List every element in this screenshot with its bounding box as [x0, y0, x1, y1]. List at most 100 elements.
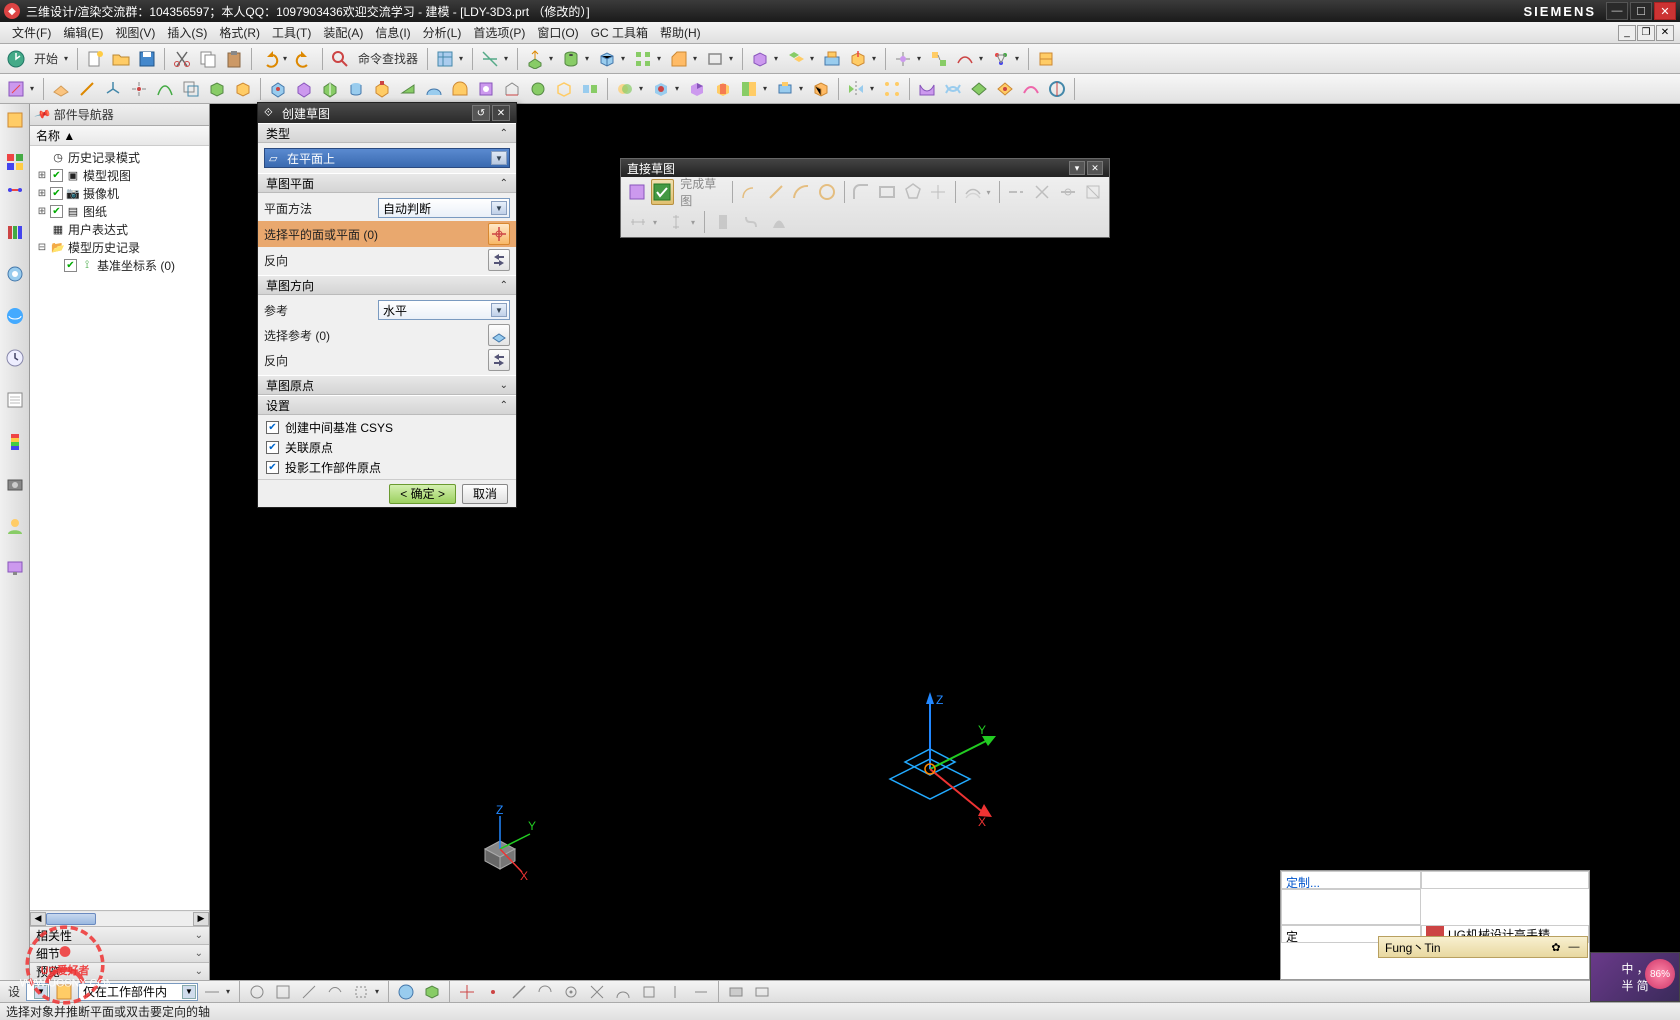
save-icon[interactable]	[135, 47, 159, 71]
close-button[interactable]: ✕	[1654, 2, 1676, 20]
ok-button[interactable]: < 确定 >	[389, 484, 456, 504]
point-icon[interactable]	[127, 77, 151, 101]
chk-assoc-origin[interactable]: ✔关联原点	[264, 437, 510, 457]
lt-history-icon[interactable]	[3, 262, 27, 286]
finish-sketch-icon[interactable]	[651, 179, 675, 205]
bt-icon-u[interactable]	[750, 980, 774, 1004]
circle-icon[interactable]	[815, 179, 839, 205]
array-icon[interactable]	[880, 77, 904, 101]
nav-horizontal-scrollbar[interactable]: ◀▶	[30, 910, 209, 926]
bool-f-icon[interactable]	[773, 77, 797, 101]
menu-assembly[interactable]: 装配(A)	[317, 22, 369, 43]
bt-icon-n[interactable]	[559, 980, 583, 1004]
pin-icon[interactable]: 📌	[34, 105, 52, 123]
trim-d-icon[interactable]	[1081, 179, 1105, 205]
feat-e-icon[interactable]	[370, 77, 394, 101]
tool-a-icon[interactable]	[478, 47, 502, 71]
sketch-in-task-icon[interactable]	[625, 179, 649, 205]
tree-item-expressions[interactable]: ▦用户表达式	[30, 220, 209, 238]
menu-window[interactable]: 窗口(O)	[531, 22, 584, 43]
surf-c-icon[interactable]	[967, 77, 991, 101]
offset-curve-icon[interactable]	[961, 179, 985, 205]
offset-icon[interactable]	[179, 77, 203, 101]
datum-axis-icon[interactable]	[75, 77, 99, 101]
bool-e-icon[interactable]	[737, 77, 761, 101]
bt-icon-s[interactable]	[689, 980, 713, 1004]
maximize-button[interactable]: ☐	[1630, 2, 1652, 20]
cmdfinder-icon[interactable]	[328, 47, 352, 71]
collapse-details[interactable]: 细节⌄	[30, 944, 209, 962]
lt-user-icon[interactable]	[3, 514, 27, 538]
tree-item-history-mode[interactable]: ◷历史记录模式	[30, 148, 209, 166]
feat-l-icon[interactable]	[552, 77, 576, 101]
cut-icon[interactable]	[170, 47, 194, 71]
trim-a-icon[interactable]	[1005, 179, 1029, 205]
bottom-sel-a[interactable]: ▼	[26, 983, 50, 1001]
type-select[interactable]: ▱ 在平面上 ▼	[264, 148, 510, 168]
bt-icon-b[interactable]	[200, 980, 224, 1004]
menu-file[interactable]: 文件(F)	[6, 22, 57, 43]
tool-e-icon[interactable]	[891, 47, 915, 71]
section-sketch-plane[interactable]: 草图平面⌃	[258, 173, 516, 193]
feat-f-icon[interactable]	[396, 77, 420, 101]
start-button[interactable]	[4, 47, 28, 71]
collapse-preview[interactable]: 预览⌄	[30, 962, 209, 980]
surf-f-icon[interactable]	[1045, 77, 1069, 101]
constraint-a-icon[interactable]	[710, 209, 736, 235]
float-close-button[interactable]: ✕	[1087, 161, 1103, 175]
trim-c-icon[interactable]	[1056, 179, 1080, 205]
select-face-button[interactable]	[488, 223, 510, 245]
asm-a-icon[interactable]	[748, 47, 772, 71]
copy-icon[interactable]	[196, 47, 220, 71]
tree-item-model-views[interactable]: ⊞✔▣模型视图	[30, 166, 209, 184]
open-icon[interactable]	[109, 47, 133, 71]
profile-icon[interactable]	[738, 179, 762, 205]
lt-library-icon[interactable]	[3, 220, 27, 244]
hole-icon[interactable]	[559, 47, 583, 71]
tree-item-cameras[interactable]: ⊞✔📷摄像机	[30, 184, 209, 202]
music-min-icon[interactable]: —	[1567, 940, 1581, 954]
point-icon-2[interactable]	[926, 179, 950, 205]
bool-a-icon[interactable]	[613, 77, 637, 101]
arc-icon[interactable]	[790, 179, 814, 205]
mdi-restore[interactable]: ❐	[1637, 25, 1655, 41]
redo-icon[interactable]	[293, 47, 317, 71]
menu-insert[interactable]: 插入(S)	[161, 22, 213, 43]
mirror-icon[interactable]	[844, 77, 868, 101]
plane-method-select[interactable]: 自动判断▼	[378, 198, 510, 218]
cube-icon[interactable]	[595, 47, 619, 71]
asm-c-icon[interactable]	[820, 47, 844, 71]
feat-d-icon[interactable]	[344, 77, 368, 101]
dialog-title-bar[interactable]: ⟐ 创建草图 ↺ ✕	[258, 103, 516, 123]
feat-m-icon[interactable]	[578, 77, 602, 101]
section-type[interactable]: 类型⌃	[258, 123, 516, 143]
bool-b-icon[interactable]	[649, 77, 673, 101]
fillet-icon[interactable]	[850, 179, 874, 205]
bottom-filter-select[interactable]: 仅在工作部件内▼	[78, 983, 198, 1001]
lt-display-icon[interactable]	[3, 556, 27, 580]
feat-i-icon[interactable]	[474, 77, 498, 101]
feat-g-icon[interactable]	[422, 77, 446, 101]
datum-csys-gizmo[interactable]: Z Y X	[850, 684, 1010, 844]
section-orientation[interactable]: 草图方向⌃	[258, 275, 516, 295]
ime-widget[interactable]: 中 ， 半 简 86%	[1590, 952, 1680, 1002]
feat-h-icon[interactable]	[448, 77, 472, 101]
sheet-icon[interactable]	[703, 47, 727, 71]
surf-e-icon[interactable]	[1019, 77, 1043, 101]
bt-icon-i[interactable]	[420, 980, 444, 1004]
tree-item-model-history[interactable]: ⊟📂模型历史记录	[30, 238, 209, 256]
select-face-row[interactable]: 选择平的面或平面 (0)	[258, 221, 516, 247]
bt-icon-p[interactable]	[611, 980, 635, 1004]
menu-tools[interactable]: 工具(T)	[266, 22, 317, 43]
bt-icon-q[interactable]	[637, 980, 661, 1004]
bt-icon-l[interactable]	[507, 980, 531, 1004]
lt-asm-icon[interactable]	[3, 150, 27, 174]
menu-view[interactable]: 视图(V)	[109, 22, 161, 43]
feat-k-icon[interactable]	[526, 77, 550, 101]
pattern-icon[interactable]	[631, 47, 655, 71]
cancel-button[interactable]: 取消	[462, 484, 508, 504]
bt-icon-t[interactable]	[724, 980, 748, 1004]
menu-help[interactable]: 帮助(H)	[654, 22, 707, 43]
surf-a-icon[interactable]	[915, 77, 939, 101]
bt-icon-h[interactable]	[394, 980, 418, 1004]
